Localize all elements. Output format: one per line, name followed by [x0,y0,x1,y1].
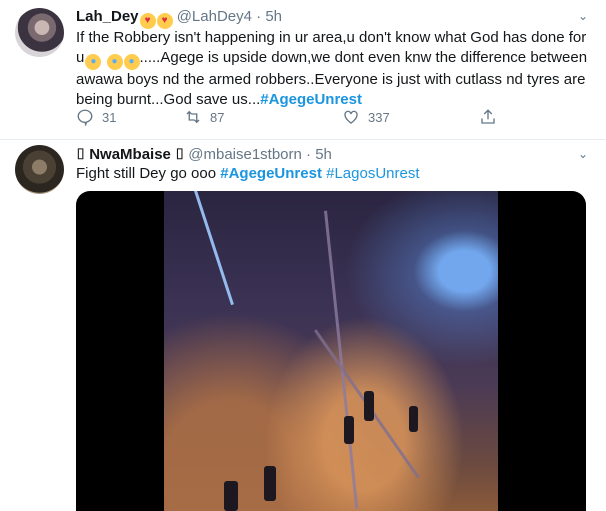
tweet[interactable]: ⌷ NwaMbaise ⌷ @mbaise1stborn · 5h ⌄ Figh… [0,140,606,511]
person-silhouette [264,466,276,501]
display-name-suffix: ⌷ [175,146,185,163]
reply-icon [77,109,93,126]
hashtag-link[interactable]: #AgegeUnrest [220,165,322,182]
retweet-button[interactable]: 87 [184,108,224,126]
share-button[interactable] [479,108,497,126]
heart-eyes-emoji-icon: ♥ [139,13,156,29]
display-name-prefix: ⌷ [76,146,86,163]
like-count: 337 [368,109,390,125]
chevron-down-icon[interactable]: ⌄ [578,10,590,22]
pole [324,210,359,510]
retweet-count: 87 [210,109,225,125]
heart-icon [344,110,358,124]
display-name[interactable]: NwaMbaise [89,146,171,163]
person-silhouette [344,416,354,444]
video-frame[interactable] [164,191,498,511]
hashtag-link[interactable]: #LagosUnrest [326,165,419,182]
tweet-text-part: Fight still Dey go ooo [76,165,217,182]
tweet[interactable]: Lah_Dey ♥ ♥ @LahDey4 · 5h ⌄ If the Robbery… [0,0,606,140]
tweet-header: ⌷ NwaMbaise ⌷ @mbaise1stborn · 5h [76,145,332,165]
user-handle[interactable]: @LahDey4 [177,8,252,25]
retweet-icon [186,110,200,124]
avatar[interactable] [15,145,64,194]
separator-dot: · [256,8,262,25]
tweet-actions: 31 87 337 [76,108,496,128]
reply-count: 31 [102,109,117,125]
user-handle[interactable]: @mbaise1stborn [188,146,302,163]
reply-button[interactable]: 31 [76,108,116,126]
light-streak [194,191,234,306]
timestamp[interactable]: 5h [265,8,282,25]
tweet-header: Lah_Dey ♥ ♥ @LahDey4 · 5h [76,7,282,29]
crying-emoji-icon: ● [106,54,123,70]
person-silhouette [364,391,374,421]
tweet-text: If the Robbery isn't happening in ur are… [76,28,591,110]
person-silhouette [224,481,238,511]
crying-emoji-icon: ● [85,54,102,70]
timestamp[interactable]: 5h [315,146,332,163]
display-name[interactable]: Lah_Dey [76,8,139,25]
tweet-text: Fight still Dey go ooo #AgegeUnrest #Lag… [76,164,591,184]
separator-dot: · [306,146,312,163]
chevron-down-icon[interactable]: ⌄ [578,148,590,160]
share-icon [481,109,495,124]
avatar[interactable] [15,8,64,57]
heart-eyes-emoji-icon: ♥ [156,13,173,29]
like-button[interactable]: 337 [342,108,390,126]
crying-emoji-icon: ● [123,54,140,70]
person-silhouette [409,406,418,432]
hashtag-link[interactable]: #AgegeUnrest [260,91,362,108]
video-player[interactable] [76,191,586,511]
